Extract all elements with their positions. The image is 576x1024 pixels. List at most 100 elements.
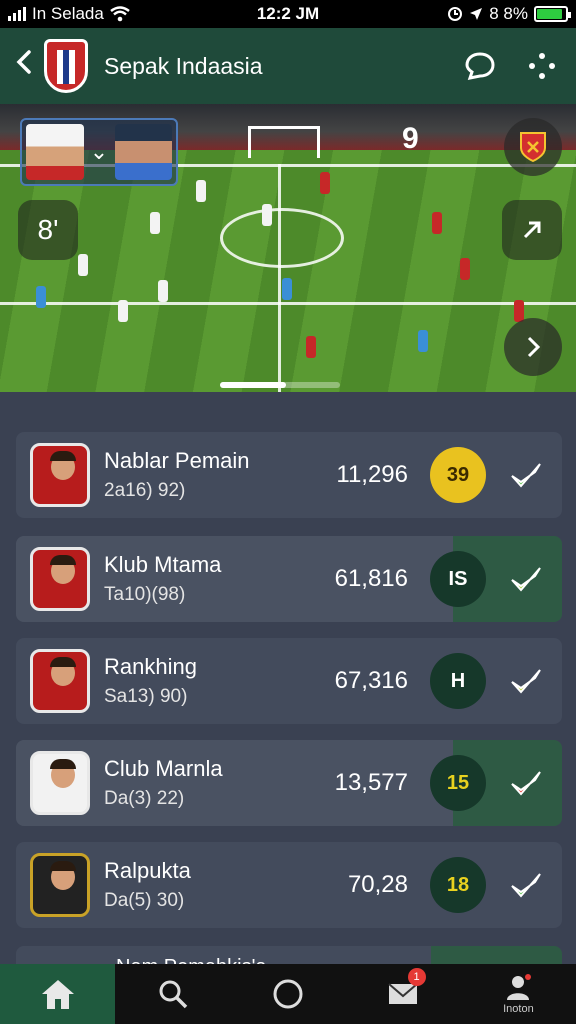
- player: [158, 280, 168, 302]
- center-circle: [220, 208, 344, 268]
- expand-icon: [523, 221, 541, 239]
- item-name: Klub Mtama: [104, 552, 222, 577]
- item-badge: IS: [430, 551, 486, 607]
- player: [36, 286, 46, 308]
- pitch-line: [278, 164, 281, 392]
- player: [282, 278, 292, 300]
- item-value: 11,296: [336, 461, 408, 488]
- check-button[interactable]: [504, 761, 548, 805]
- chevron-down-icon[interactable]: ⌄: [88, 139, 111, 165]
- avatar: [30, 443, 90, 507]
- list-item[interactable]: Nablar Pemain 2a16) 92) 11,296 39: [16, 432, 562, 518]
- item-badge: 18: [430, 857, 486, 913]
- battery-percent: 8 8%: [489, 4, 528, 23]
- back-button[interactable]: [14, 49, 36, 83]
- search-icon: [159, 980, 188, 1009]
- list-item-partial[interactable]: Nam Pemahkis'a: [16, 946, 562, 964]
- nav-inbox[interactable]: 1: [346, 964, 461, 1024]
- alarm-icon: [448, 7, 463, 21]
- item-name: Nam Pemahkis'a: [116, 956, 267, 965]
- check-icon: [511, 669, 541, 694]
- team-crest-button[interactable]: [504, 118, 562, 176]
- expand-button[interactable]: [502, 200, 562, 260]
- check-icon: [511, 771, 541, 796]
- player: [432, 212, 442, 234]
- player-cam-face: [26, 124, 84, 180]
- wifi-icon: [110, 6, 130, 22]
- player: [118, 300, 128, 322]
- goal-frame: [248, 126, 320, 158]
- nav-home[interactable]: [0, 964, 116, 1024]
- item-sub: 2a16) 92): [104, 480, 186, 501]
- player: [320, 172, 330, 194]
- check-button[interactable]: [504, 453, 548, 497]
- item-sub: Da(3) 22): [104, 788, 185, 809]
- item-name: Nablar Pemain: [104, 448, 250, 473]
- match-video[interactable]: ⌄ 9 8': [0, 104, 576, 392]
- player: [196, 180, 206, 202]
- item-badge: 39: [430, 447, 486, 503]
- circle-icon: [273, 979, 303, 1009]
- battery-icon: [534, 6, 571, 22]
- item-value: 61,816: [334, 565, 408, 592]
- player: [150, 212, 160, 234]
- item-name: Rankhing: [104, 654, 197, 679]
- signal-icon: [8, 7, 26, 21]
- video-info-button[interactable]: 8': [18, 200, 78, 260]
- check-button[interactable]: [504, 659, 548, 703]
- list-item[interactable]: Club Marnla Da(3) 22) 13,577 15: [16, 740, 562, 826]
- list-item[interactable]: Rankhing Sa13) 90) 67,316 H: [16, 638, 562, 724]
- battery-fill: [537, 9, 562, 19]
- avatar: [30, 649, 90, 713]
- status-bar: In Selada 12:2 JM 8 8%: [0, 0, 576, 28]
- item-value: 67,316: [334, 667, 408, 694]
- player-cam-face: [114, 124, 172, 180]
- item-sub: Sa13) 90): [104, 686, 188, 707]
- player: [460, 258, 470, 280]
- item-badge: 15: [430, 755, 486, 811]
- home-icon: [41, 980, 74, 1009]
- video-left-label: 8': [37, 214, 59, 245]
- video-progress-bar[interactable]: [220, 382, 340, 388]
- nav-profile[interactable]: Inoton: [461, 964, 576, 1024]
- next-button[interactable]: [504, 318, 562, 376]
- video-progress-fill: [220, 382, 286, 388]
- item-sub: Da(5) 30): [104, 890, 185, 911]
- ranking-list: Nablar Pemain 2a16) 92) 11,296 39 Klub M…: [0, 392, 576, 964]
- chat-button[interactable]: [460, 46, 500, 86]
- check-button[interactable]: [504, 863, 548, 907]
- item-badge: H: [430, 653, 486, 709]
- player-cam-overlay[interactable]: ⌄: [20, 118, 178, 186]
- nav-profile-label: Inoton: [503, 1003, 534, 1015]
- item-value: 70,28: [347, 871, 408, 898]
- check-icon: [511, 567, 541, 592]
- location-icon: [470, 8, 483, 20]
- notification-badge: 1: [407, 968, 426, 986]
- check-button[interactable]: [504, 557, 548, 601]
- item-value: 13,577: [334, 769, 408, 796]
- page-title: Sepak Indaasia: [104, 52, 263, 79]
- player: [78, 254, 88, 276]
- player: [306, 336, 316, 358]
- nav-center[interactable]: [230, 964, 345, 1024]
- avatar: [30, 547, 90, 611]
- chevron-left-icon: [16, 50, 31, 74]
- item-sub: Ta10)(98): [104, 584, 186, 605]
- nav-search[interactable]: [115, 964, 230, 1024]
- check-icon: [511, 873, 541, 898]
- list-item[interactable]: Klub Mtama Ta10)(98) 61,816 IS: [16, 536, 562, 622]
- pitch-line: [0, 302, 576, 305]
- team-crest-icon: [520, 132, 546, 163]
- bottom-nav: 1 Inoton: [0, 964, 576, 1024]
- chat-bubble-icon: [465, 52, 495, 80]
- list-item[interactable]: Ralpukta Da(5) 30) 70,28 18: [16, 842, 562, 928]
- chevron-right-icon: [527, 336, 541, 358]
- more-button[interactable]: [522, 46, 562, 86]
- status-time: 12:2 JM: [256, 4, 320, 23]
- check-icon: [511, 463, 541, 488]
- score-display: 9: [402, 122, 419, 155]
- app-header: Sepak Indaasia: [0, 28, 576, 104]
- user-settings-icon: [507, 974, 532, 1000]
- item-name: Club Marnla: [104, 756, 223, 781]
- player: [262, 204, 272, 226]
